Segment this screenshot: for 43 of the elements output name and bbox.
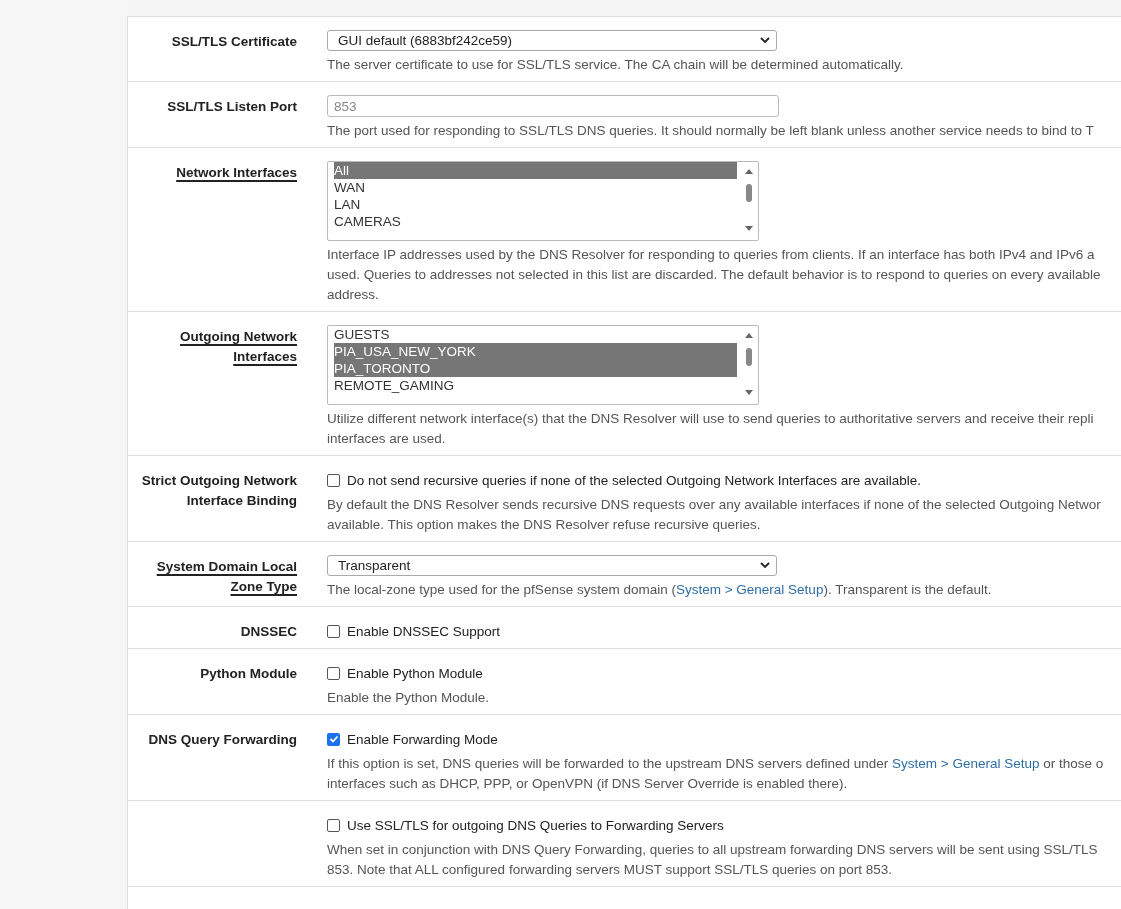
field-label: SSL/TLS Certificate [171, 33, 297, 51]
checkbox-option[interactable]: Use SSL/TLS for outgoing DNS Queries to Forwarding Servers [327, 814, 1121, 836]
help-text: When set in conjunction with DNS Query Forwarding, queries to all upstream forwarding DNS servers will be sent using SSL/TLS [327, 841, 1099, 859]
field-label: System Domain Local Zone Type [155, 558, 297, 596]
help-text: Enable the Python Module. [327, 689, 491, 707]
help-text: available. This option makes the DNS Resolver refuse recursive queries. [327, 516, 762, 534]
help-text: By default the DNS Resolver sends recursive DNS requests over any available interfaces if none of the selected Outgoing Networ [327, 496, 1102, 514]
field-label: Strict Outgoing Network Interface Binding [140, 472, 297, 510]
caret-icon [760, 37, 770, 44]
checkbox[interactable] [327, 624, 340, 638]
help-text: Utilize different network interface(s) that the DNS Resolver will use to send queries to authoritative servers and receive their repli [327, 410, 1095, 428]
checkbox-option[interactable]: Enable DNSSEC Support [327, 620, 1121, 642]
help-text: Interface IP addresses used by the DNS Resolver for responding to queries from clients. If an interface has both IPv4 and IPv6 a [327, 246, 1096, 264]
dropdown[interactable]: GUI default (6883bf242ce59) [327, 30, 777, 51]
checkbox[interactable] [327, 818, 340, 832]
help-text: The local-zone type used for the pfSense system domain (System > General Setup). Transparent is the default. [327, 581, 993, 599]
help-text: interfaces such as DHCP, PPP, or OpenVPN (if DNS Server Override is enabled there). [327, 775, 849, 793]
field-label: DNSSEC [240, 623, 297, 641]
help-text: The port used for responding to SSL/TLS DNS queries. It should normally be left blank unless another service needs to bind to T [327, 122, 1095, 140]
help-text: 853. Note that ALL configured forwarding servers MUST support SSL/TLS queries on port 853. [327, 861, 894, 879]
checkbox-option[interactable]: Enable Forwarding Mode [327, 728, 1121, 750]
link[interactable]: System > General Setup [675, 582, 824, 597]
checkbox-option[interactable]: Enable Python Module [327, 662, 1121, 684]
help-text: interfaces are used. [327, 430, 447, 448]
field-label: Network Interfaces [176, 164, 297, 182]
help-text: The server certificate to use for SSL/TLS service. The CA chain will be determined automatically. [327, 56, 905, 74]
checkbox-option[interactable]: Do not send recursive queries if none of the selected Outgoing Network Interfaces are available. [327, 469, 1121, 491]
checkbox[interactable] [327, 473, 340, 487]
help-text: If this option is set, DNS queries will be forwarded to the upstream DNS servers defined under System > General Setup or those o [327, 755, 1105, 773]
listbox[interactable]: All WAN LAN CAMERAS [327, 161, 759, 241]
link[interactable]: System > General Setup [892, 756, 1040, 771]
dropdown[interactable]: Transparent [327, 555, 777, 576]
field-label: DNS Query Forwarding [148, 731, 297, 749]
help-text: used. Queries to addresses not selected in this list are discarded. The default behavior is to respond to queries on every available [327, 266, 1102, 284]
field-label: SSL/TLS Listen Port [167, 98, 297, 116]
field-label: Outgoing Network Interfaces [179, 328, 297, 366]
input-field[interactable]: 853 [327, 95, 779, 117]
field-label: Python Module [200, 665, 297, 683]
listbox[interactable]: GUESTS PIA_USA_NEW_YORK PIA_TORONTO REMOTE_GAMING [327, 325, 759, 405]
help-text: address. [327, 286, 380, 304]
checkbox[interactable] [327, 732, 340, 746]
checkbox[interactable] [327, 666, 340, 680]
caret-icon [760, 562, 770, 569]
